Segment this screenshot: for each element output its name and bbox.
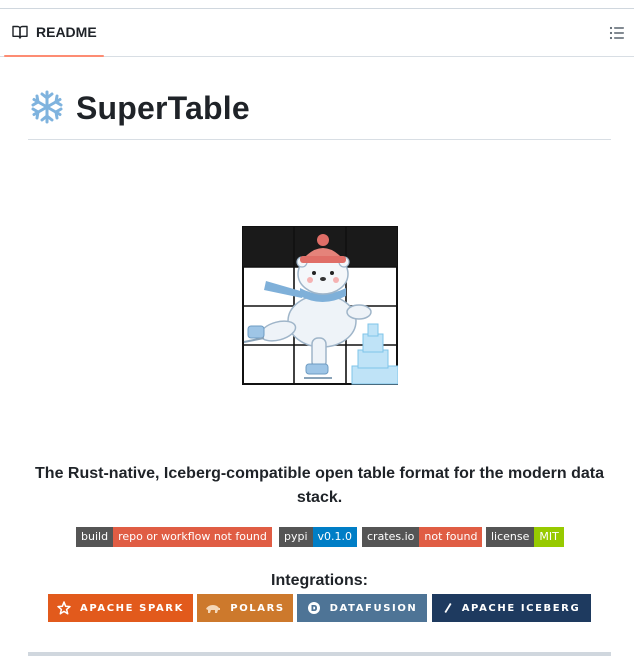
badge-label: pypi — [279, 527, 313, 547]
license-badge[interactable]: license MIT — [486, 527, 564, 547]
build-badge[interactable]: build repo or workflow not found — [76, 527, 272, 547]
datafusion-icon — [307, 601, 321, 615]
page-title: SuperTable — [76, 90, 250, 126]
integration-label: DATAFUSION — [329, 602, 418, 614]
polars-badge[interactable]: POLARS — [197, 594, 293, 622]
iceberg-icon — [443, 602, 453, 614]
integration-label: APACHE SPARK — [80, 602, 184, 614]
integration-label: POLARS — [230, 602, 285, 614]
integration-label: APACHE ICEBERG — [461, 602, 581, 614]
spark-star-icon — [57, 601, 71, 615]
integration-badges: APACHE SPARK POLARS DATAFUSION APACHE IC… — [0, 594, 634, 622]
integrations-heading: Integrations: — [271, 572, 368, 589]
badge-value: not found — [419, 527, 483, 547]
badge-label: crates.io — [362, 527, 420, 547]
datafusion-badge[interactable]: DATAFUSION — [297, 594, 427, 622]
status-badges: build repo or workflow not found pypi v0… — [0, 527, 634, 547]
badge-value: MIT — [534, 527, 564, 547]
readme-tabbar: README — [0, 9, 634, 57]
badge-value: repo or workflow not found — [113, 527, 272, 547]
apache-spark-badge[interactable]: APACHE SPARK — [48, 594, 193, 622]
book-icon — [12, 25, 28, 39]
badge-label: build — [76, 527, 114, 547]
crates-badge[interactable]: crates.io not found — [362, 527, 483, 547]
polar-bear-skating-logo — [242, 226, 398, 385]
badge-value: v0.1.0 — [312, 527, 358, 547]
apache-iceberg-badge[interactable]: APACHE ICEBERG — [432, 594, 591, 622]
tab-active-underline — [4, 55, 104, 57]
polar-bear-icon — [205, 602, 221, 614]
list-unordered-icon[interactable] — [608, 24, 626, 42]
content-bottom-rule — [28, 652, 611, 656]
tagline: The Rust-native, Iceberg-compatible open… — [35, 465, 604, 506]
badge-label: license — [486, 527, 535, 547]
pypi-badge[interactable]: pypi v0.1.0 — [279, 527, 358, 547]
tab-readme[interactable]: README — [4, 9, 104, 56]
snowflake-icon — [31, 90, 63, 124]
readme-heading: SuperTable — [28, 86, 611, 140]
tab-readme-label: README — [36, 24, 97, 40]
